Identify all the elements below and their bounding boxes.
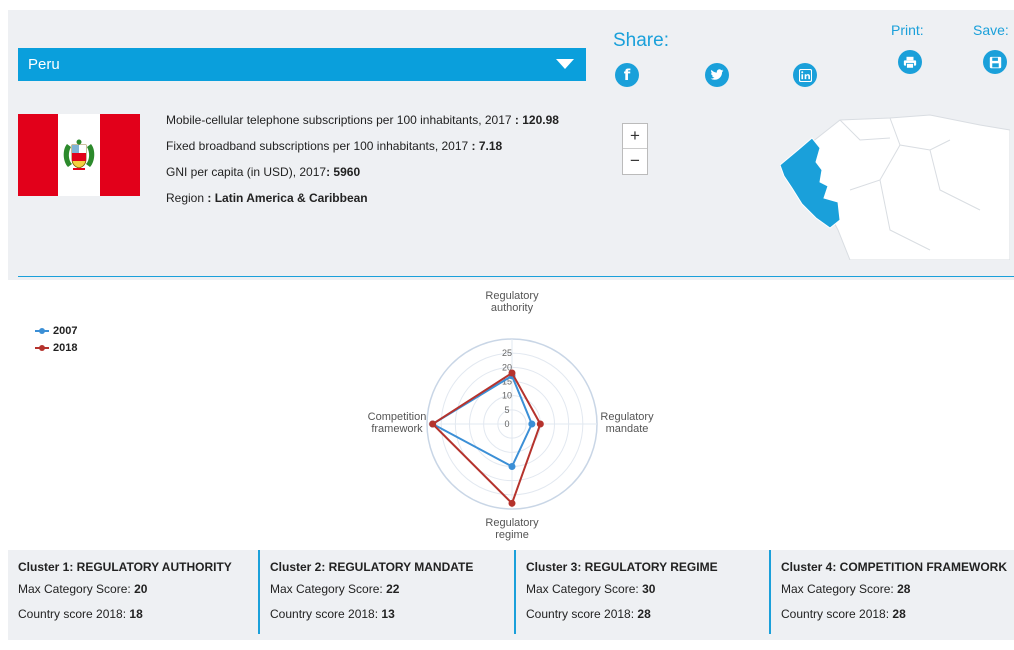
- country-flag: [18, 114, 140, 196]
- floppy-disk-icon: [989, 56, 1001, 68]
- cluster-card: Cluster 1: REGULATORY AUTHORITY Max Cate…: [18, 560, 232, 621]
- save-label: Save:: [973, 22, 1009, 38]
- zoom-in-button[interactable]: +: [623, 124, 647, 149]
- country-statistics: Mobile-cellular telephone subscriptions …: [166, 113, 559, 217]
- map-zoom-control: + −: [622, 123, 648, 175]
- legend-item-2018[interactable]: 2018: [35, 339, 77, 356]
- radar-chart-area: [8, 296, 1014, 548]
- country-dropdown-value: Peru: [28, 56, 60, 73]
- cluster-card: Cluster 2: REGULATORY MANDATE Max Catego…: [258, 550, 514, 634]
- legend-marker-2007: [35, 327, 49, 334]
- save-button[interactable]: [983, 50, 1007, 74]
- cluster-summary: Cluster 1: REGULATORY AUTHORITY Max Cate…: [8, 550, 1014, 640]
- chart-legend: 2007 2018: [35, 322, 77, 356]
- cluster-card: Cluster 3: REGULATORY REGIME Max Categor…: [514, 550, 769, 634]
- twitter-share-button[interactable]: [705, 63, 729, 87]
- legend-item-2007[interactable]: 2007: [35, 322, 77, 339]
- print-label: Print:: [891, 22, 924, 38]
- broadband-subscriptions-stat: Fixed broadband subscriptions per 100 in…: [166, 139, 503, 153]
- linkedin-icon: [798, 68, 812, 82]
- legend-marker-2018: [35, 344, 49, 351]
- twitter-icon: [710, 69, 724, 80]
- facebook-icon: f: [623, 66, 631, 84]
- country-map[interactable]: [780, 110, 1010, 260]
- linkedin-share-button[interactable]: [793, 63, 817, 87]
- facebook-share-button[interactable]: f: [615, 63, 639, 87]
- zoom-out-button[interactable]: −: [623, 149, 647, 174]
- region-stat: Region : Latin America & Caribbean: [166, 191, 368, 205]
- section-divider: [18, 276, 1014, 277]
- printer-icon: [903, 56, 917, 69]
- coat-of-arms-icon: [63, 139, 95, 170]
- gni-per-capita-stat: GNI per capita (in USD), 2017: 5960: [166, 165, 361, 179]
- cluster-card: Cluster 4: COMPETITION FRAMEWORK Max Cat…: [769, 550, 1014, 634]
- mobile-subscriptions-stat: Mobile-cellular telephone subscriptions …: [166, 113, 559, 127]
- print-button[interactable]: [898, 50, 922, 74]
- chevron-down-icon[interactable]: [556, 59, 574, 69]
- share-label: Share:: [613, 30, 669, 51]
- country-dropdown[interactable]: Peru: [18, 48, 586, 81]
